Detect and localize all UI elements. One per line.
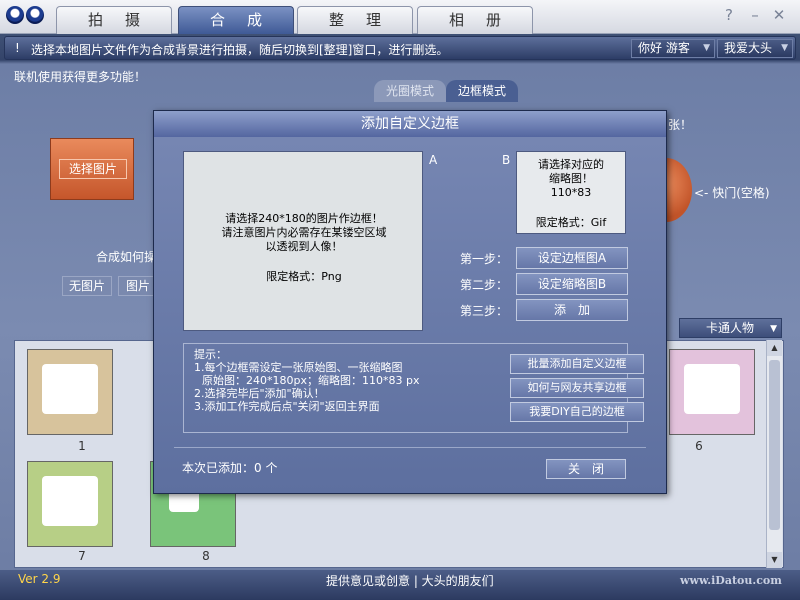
frame-thumbnail[interactable] bbox=[669, 349, 755, 435]
tab-aperture-mode[interactable]: 光圈模式 bbox=[374, 80, 446, 102]
frame-instruction-line: 请选择240*180的图片作边框！ bbox=[225, 212, 383, 225]
dialog-title: 添加自定义边框 bbox=[154, 111, 666, 137]
thumbnail-preview-b[interactable]: 请选择对应的 缩略图！ 110*83 限定格式：Gif bbox=[516, 151, 626, 234]
main-menu-dropdown[interactable]: 我爱大头 ▼ bbox=[717, 39, 793, 58]
menu-label: 我爱大头 bbox=[724, 41, 773, 55]
thumbnail-number: 1 bbox=[78, 439, 86, 453]
no-image-button[interactable]: 无图片 bbox=[62, 276, 112, 296]
online-hint: 联机使用获得更多功能！ bbox=[14, 70, 147, 84]
dialog-body: 请选择240*180的图片作边框！ 请注意图片内必需存在某镂空区域 以透视到人像… bbox=[154, 137, 666, 493]
frame-format-label: 限定格式：Png bbox=[266, 270, 342, 283]
tab-shoot[interactable]: 拍摄 bbox=[56, 6, 172, 34]
add-custom-frame-dialog: 添加自定义边框 请选择240*180的图片作边框！ 请注意图片内必需存在某镂空区… bbox=[153, 110, 667, 494]
tip-line: 3.添加工作完成后点"关闭"返回主界面 bbox=[194, 400, 380, 413]
minimize-icon[interactable]: – bbox=[746, 6, 764, 24]
frame-instruction-line: 以透视到人像！ bbox=[265, 240, 343, 253]
tips-title: 提示： bbox=[194, 348, 227, 361]
thumbnail-number: 8 bbox=[202, 549, 210, 563]
user-dropdown[interactable]: 你好 游客 ▼ bbox=[631, 39, 715, 58]
step-3-label: 第三步： bbox=[460, 304, 509, 318]
frame-instruction-line: 请注意图片内必需存在某镂空区域 bbox=[221, 226, 387, 239]
thumbnail-number: 6 bbox=[695, 439, 703, 453]
set-thumbnail-b-button[interactable]: 设定缩略图B bbox=[516, 273, 628, 295]
set-frame-a-button[interactable]: 设定边框图A bbox=[516, 247, 628, 269]
info-text: 选择本地图片文件作为合成背景进行拍摄，随后切换到[整理]窗口，进行删选。 bbox=[31, 43, 449, 57]
scroll-up-icon[interactable]: ▲ bbox=[767, 340, 782, 356]
tip-line: 原始图：240*180px；缩略图：110*83 px bbox=[202, 374, 420, 387]
greeting-label: 你好 游客 bbox=[638, 41, 690, 55]
tip-line: 1.每个边框需设定一张原始图、一张缩略图 bbox=[194, 361, 403, 374]
chevron-down-icon: ▼ bbox=[770, 324, 777, 334]
step-2-label: 第二步： bbox=[460, 278, 509, 292]
compose-help-label: 合成如何操 bbox=[96, 250, 157, 264]
thumbnail-scrollbar[interactable]: ▲ ▼ bbox=[766, 340, 782, 568]
app-window: 拍摄 合成 整理 相册 ? – ✕ ! 选择本地图片文件作为合成背景进行拍摄，随… bbox=[0, 0, 800, 600]
thumb-instruction-line: 缩略图！ bbox=[549, 172, 593, 185]
website-link[interactable]: www.iDatou.com bbox=[680, 574, 782, 587]
tips-box: 提示： 1.每个边框需设定一张原始图、一张缩略图 原始图：240*180px；缩… bbox=[183, 343, 644, 433]
info-bar: ! 选择本地图片文件作为合成背景进行拍摄，随后切换到[整理]窗口，进行删选。 你… bbox=[4, 36, 796, 60]
step-1-label: 第一步： bbox=[460, 252, 509, 266]
label-a: A bbox=[429, 153, 438, 167]
shutter-hotkey-label: <- 快门(空格) bbox=[694, 186, 770, 200]
frame-thumbnail[interactable] bbox=[27, 349, 113, 435]
image-button[interactable]: 图片 bbox=[118, 276, 158, 296]
chevron-down-icon: ▼ bbox=[781, 43, 788, 53]
close-button[interactable]: 关 闭 bbox=[546, 459, 626, 479]
help-icon[interactable]: ? bbox=[720, 6, 738, 24]
tab-album[interactable]: 相册 bbox=[417, 6, 533, 34]
frame-preview-a[interactable]: 请选择240*180的图片作边框！ 请注意图片内必需存在某镂空区域 以透视到人像… bbox=[183, 151, 423, 331]
select-photo-panel[interactable]: 选择图片 bbox=[50, 138, 134, 200]
divider bbox=[174, 447, 646, 448]
scroll-down-icon[interactable]: ▼ bbox=[767, 552, 782, 568]
scroll-thumb[interactable] bbox=[769, 360, 780, 530]
thumb-format-label: 限定格式：Gif bbox=[535, 216, 607, 229]
info-icon: ! bbox=[15, 41, 20, 55]
thumb-size-label: 110*83 bbox=[550, 186, 592, 199]
select-photo-button[interactable]: 选择图片 bbox=[59, 159, 127, 179]
category-label: 卡通人物 bbox=[706, 321, 755, 335]
thumb-instruction-line: 请选择对应的 bbox=[538, 158, 604, 171]
partial-text: 张！ bbox=[668, 118, 693, 132]
thumbnail-number: 7 bbox=[78, 549, 86, 563]
tab-frame-mode[interactable]: 边框模式 bbox=[446, 80, 518, 102]
batch-add-frames-button[interactable]: 批量添加自定义边框 bbox=[510, 354, 644, 374]
feedback-link[interactable]: 提供意见或创意 | 大头的朋友们 bbox=[326, 572, 494, 589]
diy-frame-button[interactable]: 我要DIY自己的边框 bbox=[510, 402, 644, 422]
logo-icon bbox=[6, 6, 46, 28]
top-bar: 拍摄 合成 整理 相册 ? – ✕ bbox=[0, 0, 800, 34]
version-label: Ver 2.9 bbox=[18, 572, 61, 586]
label-b: B bbox=[502, 153, 511, 167]
tab-compose[interactable]: 合成 bbox=[178, 6, 294, 34]
share-frames-button[interactable]: 如何与网友共享边框 bbox=[510, 378, 644, 398]
category-select[interactable]: 卡通人物 ▼ bbox=[679, 318, 782, 338]
chevron-down-icon: ▼ bbox=[703, 43, 710, 53]
tab-organize[interactable]: 整理 bbox=[297, 6, 413, 34]
add-button[interactable]: 添 加 bbox=[516, 299, 628, 321]
added-count-label: 本次已添加：0 个 bbox=[182, 461, 278, 475]
close-icon[interactable]: ✕ bbox=[770, 6, 788, 24]
tip-line: 2.选择完毕后"添加"确认！ bbox=[194, 387, 325, 400]
frame-thumbnail[interactable] bbox=[27, 461, 113, 547]
